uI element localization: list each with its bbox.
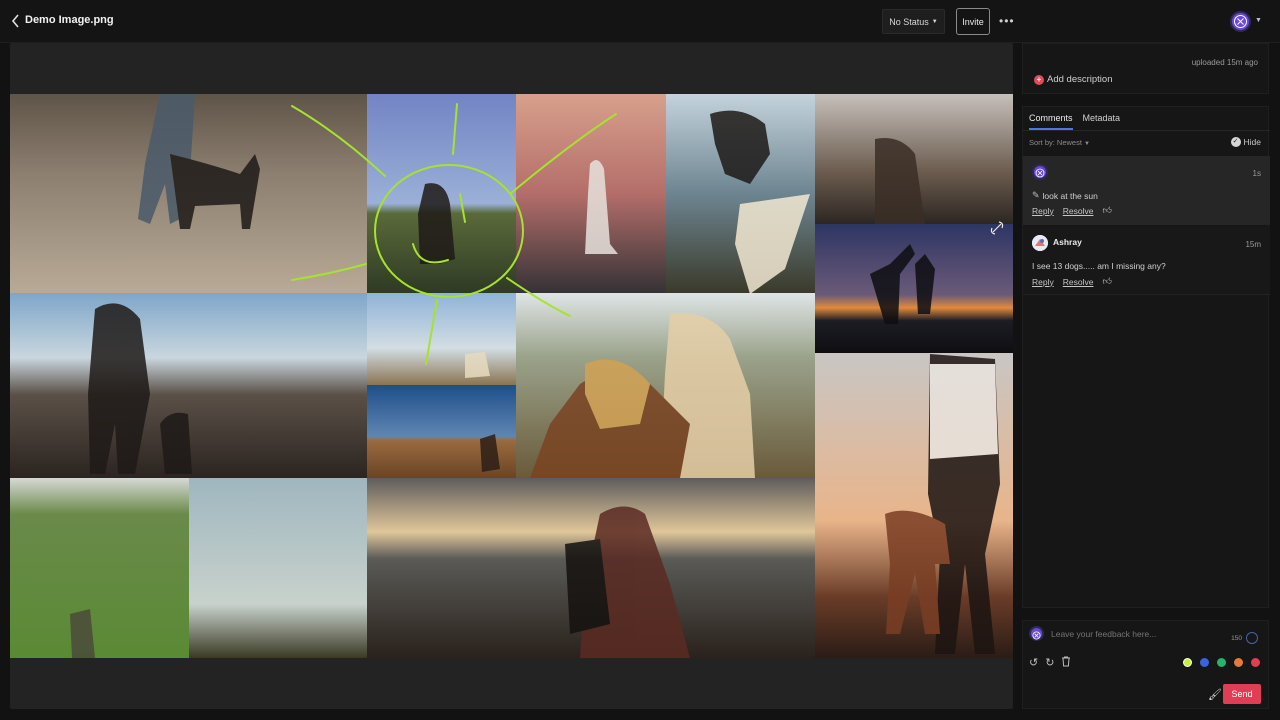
drawing-tools: ↺ ↻ — [1029, 656, 1071, 670]
hide-label: Hide — [1243, 137, 1261, 147]
comment-item[interactable]: 1s ✎ look at the sun Reply Resolve 👍︎ — [1023, 156, 1270, 225]
redo-icon[interactable]: ↻ — [1045, 656, 1054, 670]
send-button[interactable]: Send — [1223, 684, 1261, 704]
brush-icon[interactable]: 🖌︎ — [1208, 688, 1222, 701]
color-swatch-green[interactable] — [1217, 658, 1226, 667]
comment-body: ✎ look at the sun — [1032, 190, 1098, 201]
character-count: 150 — [1231, 635, 1242, 642]
color-palette — [1183, 658, 1260, 667]
top-bar: Demo Image.png No Status ▼ Invite ••• ▼ — [0, 0, 1280, 43]
avatar-logo-icon — [1234, 15, 1247, 28]
invite-button[interactable]: Invite — [956, 8, 990, 35]
avatar — [1032, 164, 1048, 180]
avatar-logo-icon — [1035, 168, 1045, 178]
progress-ring-icon — [1246, 632, 1258, 644]
feedback-composer: 150 ↺ ↻ 🖌︎ Send — [1022, 620, 1269, 709]
chevron-down-icon[interactable]: ▼ — [1255, 17, 1262, 24]
tab-comments[interactable]: Comments — [1029, 113, 1073, 130]
comment-text: look at the sun — [1042, 190, 1098, 201]
user-avatar[interactable] — [1230, 11, 1251, 32]
status-dropdown[interactable]: No Status ▼ — [882, 9, 945, 34]
photo-silhouette-dog-dusk[interactable] — [815, 224, 1013, 353]
photo-dog-field-clouds[interactable] — [367, 293, 516, 385]
check-circle-icon: ✓ — [1230, 137, 1241, 147]
chevron-down-icon: ▼ — [931, 18, 938, 25]
reply-button[interactable]: Reply — [1032, 206, 1054, 216]
thumbs-up-icon[interactable]: 👍︎ — [1102, 276, 1111, 287]
pencil-icon: ✎ — [1032, 190, 1040, 200]
color-swatch-orange[interactable] — [1234, 658, 1243, 667]
color-swatch-blue[interactable] — [1200, 658, 1209, 667]
comment-body: I see 13 dogs..... am I missing any? — [1032, 261, 1166, 271]
trash-icon[interactable] — [1061, 656, 1071, 670]
color-swatch-lime[interactable] — [1183, 658, 1192, 667]
avatar — [1029, 626, 1044, 641]
avatar — [1032, 235, 1048, 251]
photo-collage[interactable] — [10, 94, 1013, 658]
image-canvas[interactable] — [10, 43, 1013, 709]
comment-time: 15m — [1245, 240, 1261, 249]
add-description-button[interactable]: + Add description — [1034, 74, 1112, 85]
thumbs-up-icon[interactable]: 👍︎ — [1102, 205, 1111, 216]
avatar-image-icon — [1032, 235, 1048, 251]
resolve-button[interactable]: Resolve — [1063, 206, 1094, 216]
hide-resolved-toggle[interactable]: ✓ Hide — [1230, 137, 1261, 147]
feedback-input[interactable] — [1051, 627, 1231, 641]
reply-button[interactable]: Reply — [1032, 277, 1054, 287]
comment-time: 1s — [1252, 169, 1261, 178]
comments-panel: Comments Metadata Sort by: Newest ▼ ✓ Hi… — [1022, 106, 1270, 608]
file-title: Demo Image.png — [25, 14, 114, 26]
panel-tabs: Comments Metadata — [1029, 113, 1120, 130]
sort-dropdown[interactable]: Sort by: Newest ▼ — [1029, 138, 1090, 147]
back-arrow-icon[interactable] — [10, 13, 22, 29]
tabs-divider — [1023, 130, 1270, 131]
more-options-icon[interactable]: ••• — [999, 14, 1015, 28]
chevron-down-icon: ▼ — [1084, 141, 1090, 147]
plus-icon: + — [1034, 74, 1044, 85]
resolve-button[interactable]: Resolve — [1063, 277, 1094, 287]
comment-actions: Reply Resolve 👍︎ — [1032, 205, 1112, 216]
photo-green-valley-hikers[interactable] — [10, 478, 189, 658]
comment-author: Ashray — [1053, 237, 1082, 247]
sort-label: Sort by: Newest — [1029, 138, 1082, 147]
uploaded-time: uploaded 15m ago — [1191, 58, 1258, 67]
status-label: No Status — [889, 16, 929, 27]
avatar-logo-icon — [1032, 631, 1041, 640]
add-description-label: Add description — [1047, 74, 1113, 85]
tab-metadata[interactable]: Metadata — [1083, 113, 1121, 130]
undo-icon[interactable]: ↺ — [1029, 656, 1038, 670]
comment-item[interactable]: Ashray 15m I see 13 dogs..... am I missi… — [1023, 227, 1270, 295]
photo-sky-tree-hiker[interactable] — [189, 478, 367, 658]
comment-text: I see 13 dogs..... am I missing any? — [1032, 261, 1166, 271]
upload-info-panel: uploaded 15m ago + Add description — [1022, 43, 1269, 94]
comment-actions: Reply Resolve 👍︎ — [1032, 276, 1112, 287]
color-swatch-red[interactable] — [1251, 658, 1260, 667]
